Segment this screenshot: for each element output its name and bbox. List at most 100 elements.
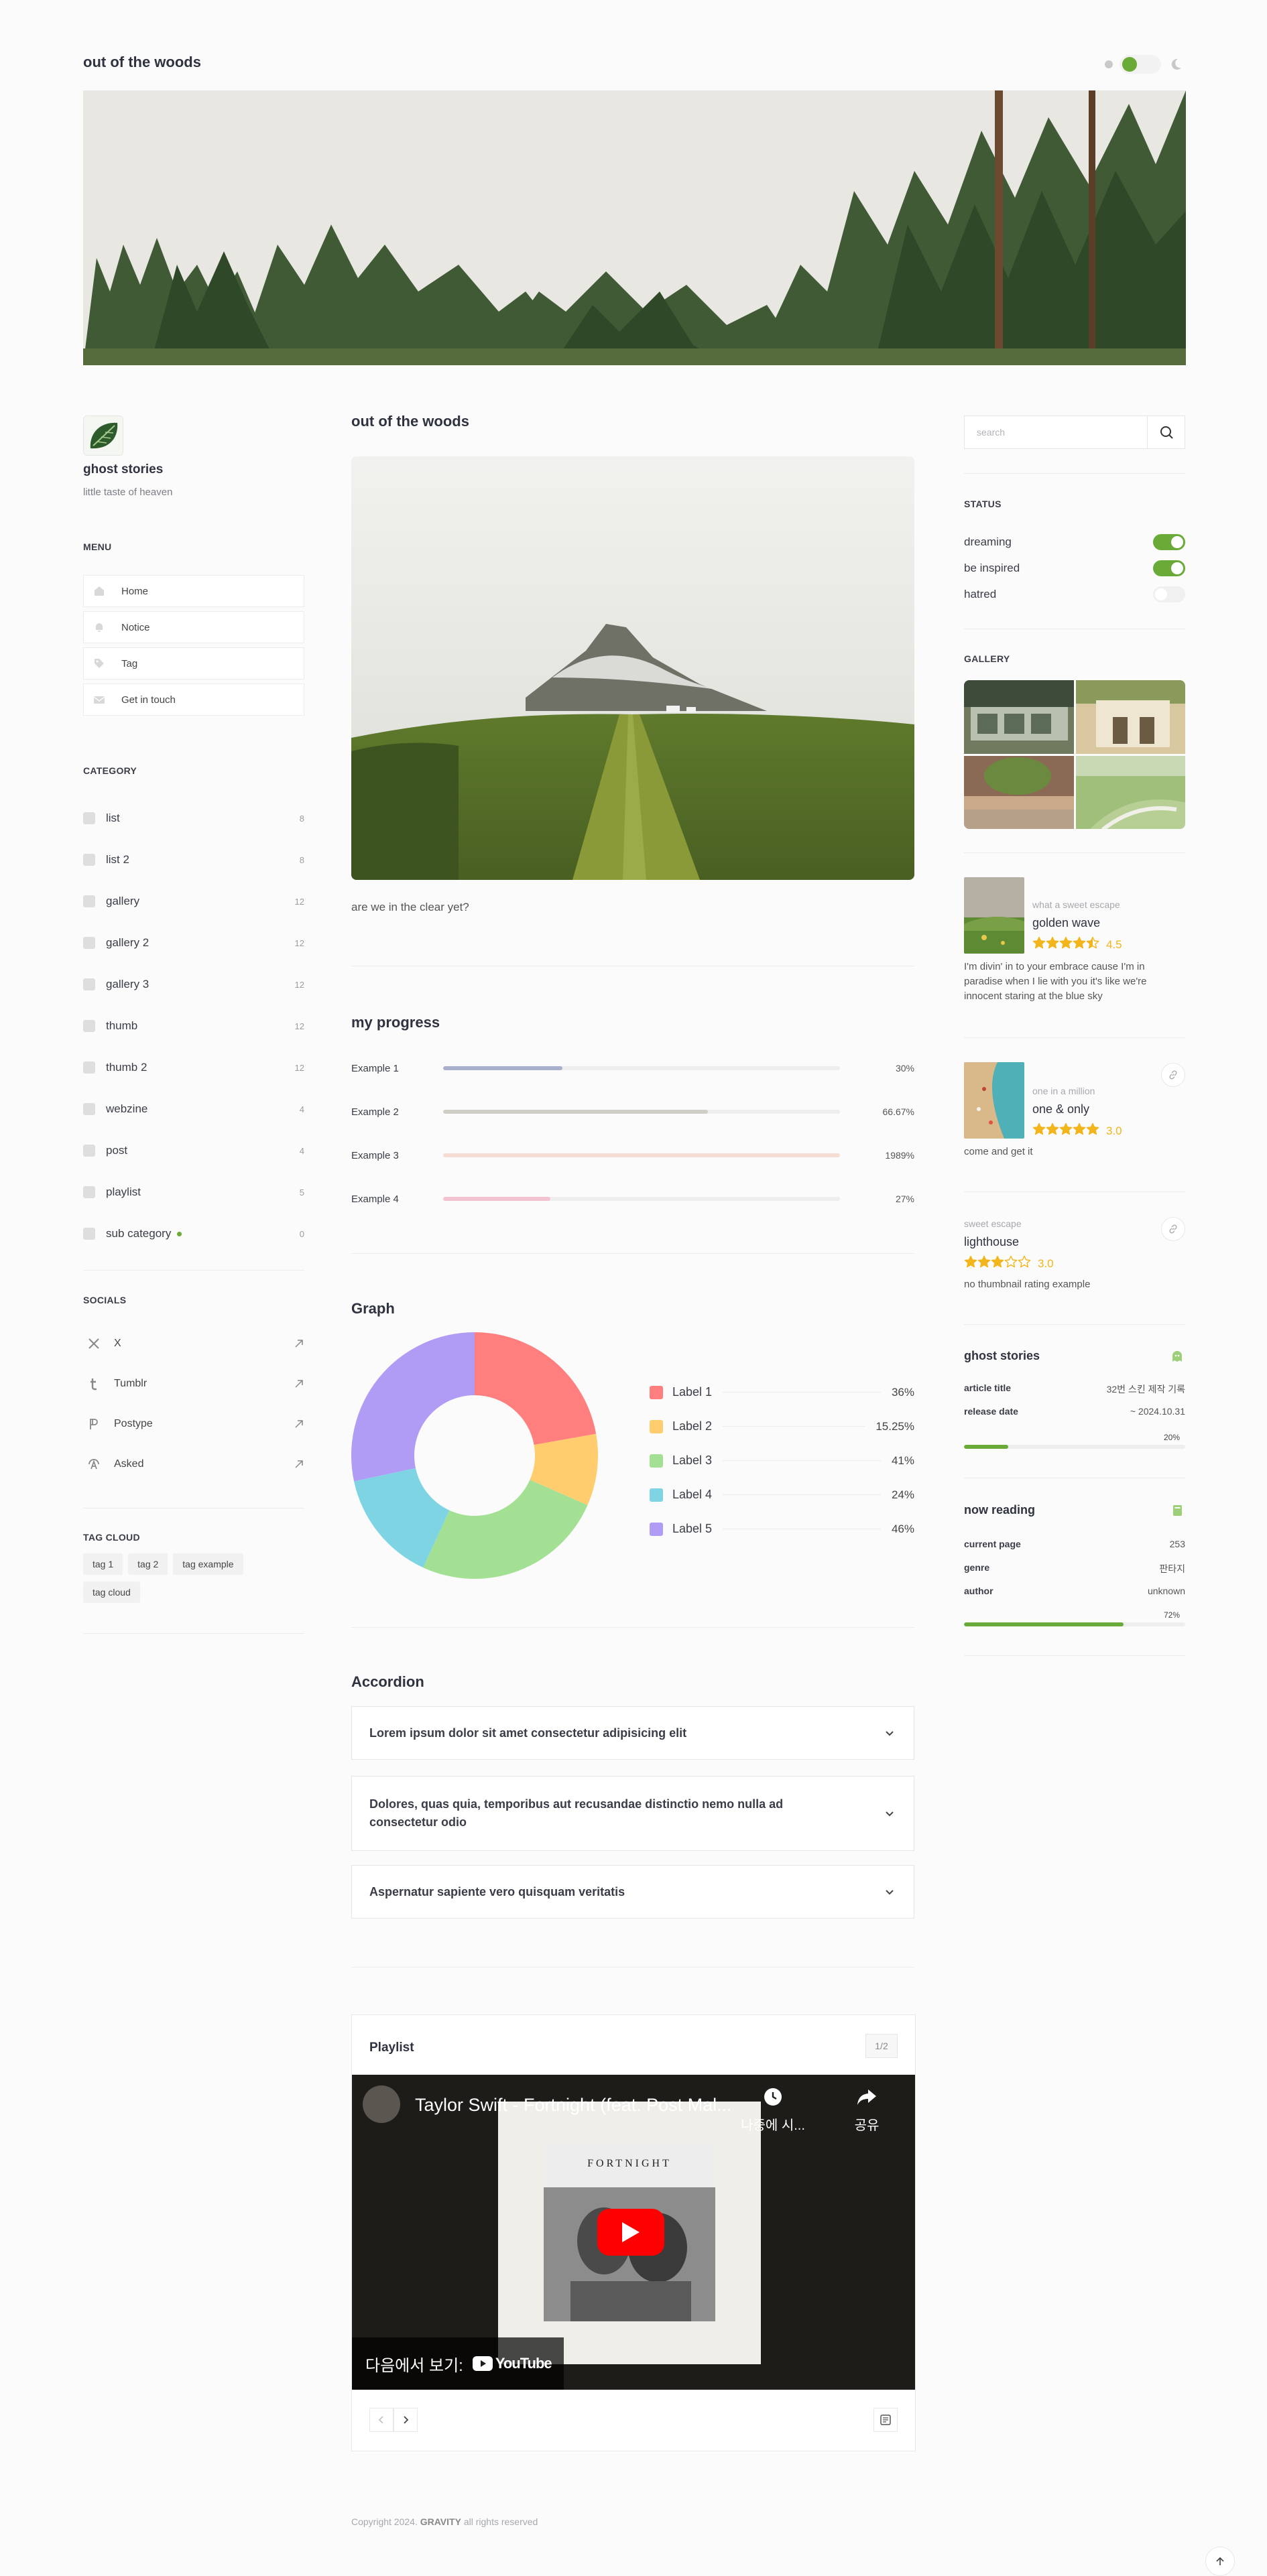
menu-item-label: Notice [121,621,150,633]
card-thumbnail[interactable] [964,1062,1024,1139]
legend-leader [723,1392,881,1393]
star-icon [1004,1255,1018,1268]
category-count: 12 [294,979,304,990]
play-button[interactable] [597,2209,664,2256]
theme-toggle[interactable] [1105,55,1185,74]
category-item-thumb-2[interactable]: thumb 2 12 [83,1047,304,1088]
social-link-postype[interactable]: Postype [83,1404,304,1444]
footer-brand[interactable]: GRAVITY [420,2516,461,2527]
category-item-webzine[interactable]: webzine 4 [83,1088,304,1130]
playlist-list-button[interactable] [873,2408,898,2432]
legend-value: 24% [891,1488,914,1501]
site-title[interactable]: out of the woods [83,54,201,71]
external-link-icon [295,1460,303,1468]
info-value: 판타지 [1159,1563,1185,1574]
social-link-asked[interactable]: Asked [83,1444,304,1484]
accordion-item[interactable]: Dolores, quas quia, temporibus aut recus… [351,1776,914,1851]
gallery-image[interactable] [964,755,1074,829]
category-item-post[interactable]: post 4 [83,1130,304,1171]
donut-slice-5[interactable] [351,1332,475,1482]
card-link-button[interactable] [1161,1217,1185,1241]
tag[interactable]: tag 1 [83,1553,123,1575]
status-toggle[interactable] [1153,586,1185,602]
watch-on-youtube[interactable]: 다음에서 보기: YouTube [352,2337,564,2390]
donut-slice-1[interactable] [475,1332,597,1445]
progress-track [443,1110,840,1114]
category-item-playlist[interactable]: playlist 5 [83,1171,304,1213]
playlist-widget: Playlist 1/2 FORTNIGHT Taylor Swift - Fo… [351,2014,916,2451]
card-link-button[interactable] [1161,1063,1185,1087]
menu-item-label: Home [121,585,149,597]
accordion-item[interactable]: Aspernatur sapiente vero quisquam verita… [351,1865,914,1919]
category-item-thumb[interactable]: thumb 12 [83,1005,304,1047]
progress-fill [443,1110,708,1114]
youtube-embed[interactable]: FORTNIGHT Taylor Swift - Fortnight (feat… [352,2075,915,2390]
tag[interactable]: tag example [173,1553,243,1575]
social-link-tumblr[interactable]: Tumblr [83,1364,304,1404]
channel-avatar[interactable] [363,2085,400,2123]
card-title[interactable]: lighthouse [964,1235,1019,1249]
tag[interactable]: tag 2 [128,1553,168,1575]
divider [964,1655,1185,1656]
menu-item-home[interactable]: Home [83,575,304,607]
menu-item-get-in-touch[interactable]: Get in touch [83,684,304,716]
accordion-item[interactable]: Lorem ipsum dolor sit amet consectetur a… [351,1706,914,1760]
gallery-image[interactable] [1075,680,1185,754]
watch-on-label: 다음에서 보기: [365,2356,463,2375]
menu-item-label: Tag [121,657,138,669]
category-item-list[interactable]: list 8 [83,797,304,839]
clock-icon [764,2088,782,2106]
donut-slice-3[interactable] [423,1480,588,1579]
category-item-sub-category[interactable]: sub category 0 [83,1213,304,1254]
status-toggle[interactable] [1153,560,1185,576]
category-item-gallery[interactable]: gallery 12 [83,881,304,922]
tag[interactable]: tag cloud [83,1582,140,1603]
progress-label: Example 3 [351,1149,399,1161]
category-item-gallery-3[interactable]: gallery 3 12 [83,964,304,1005]
folder-icon [83,895,95,907]
divider [351,1253,914,1254]
card-thumbnail[interactable] [964,877,1024,954]
gallery-image[interactable] [964,680,1074,754]
folder-icon [83,812,95,824]
category-count: 12 [294,1021,304,1031]
category-label: gallery 2 [106,936,149,949]
status-row: hatred [964,586,1185,603]
status-toggle[interactable] [1153,534,1185,550]
gallery-image[interactable] [1075,755,1185,829]
category-item-list-2[interactable]: list 2 8 [83,839,304,881]
category-list: list 8 list 2 8 gallery 12 gallery 2 12 gall… [83,797,304,1254]
social-link-x[interactable]: X [83,1324,304,1364]
menu-item-tag[interactable]: Tag [83,647,304,680]
category-item-gallery-2[interactable]: gallery 2 12 [83,922,304,964]
theme-switch-knob [1122,57,1137,72]
prev-button[interactable] [369,2408,394,2432]
share-button[interactable]: 공유 [847,2087,887,2134]
next-button[interactable] [394,2408,418,2432]
status-row: dreaming [964,533,1185,551]
search-input[interactable] [965,416,1147,448]
legend-item: Label 1 36% [650,1375,914,1409]
ghost-icon [1172,1351,1182,1362]
folder-icon [83,1061,95,1074]
card-title[interactable]: golden wave [1032,916,1100,930]
scroll-top-button[interactable] [1205,2547,1235,2576]
info-key: current page [964,1539,1021,1549]
footer: Copyright 2024. GRAVITY all rights reser… [351,2516,538,2527]
theme-switch-track[interactable] [1120,55,1161,74]
watch-later-button[interactable]: 나중에 시... [739,2087,806,2134]
progress-track [443,1197,840,1201]
menu-item-notice[interactable]: Notice [83,611,304,643]
status-label: hatred [964,588,997,600]
menu-heading: MENU [83,541,112,552]
category-label: list 2 [106,853,129,866]
avatar[interactable] [83,415,123,456]
info-title: ghost stories [964,1349,1040,1362]
tumblr-icon [90,1378,97,1391]
card-title[interactable]: one & only [1032,1102,1089,1116]
info-progress-track [964,1445,1185,1449]
legend-label: Label 4 [672,1488,713,1501]
search-button[interactable] [1147,416,1185,448]
video-title[interactable]: Taylor Swift - Fortnight (feat. Post Mal… [415,2095,732,2116]
progress-value: 27% [895,1194,914,1204]
